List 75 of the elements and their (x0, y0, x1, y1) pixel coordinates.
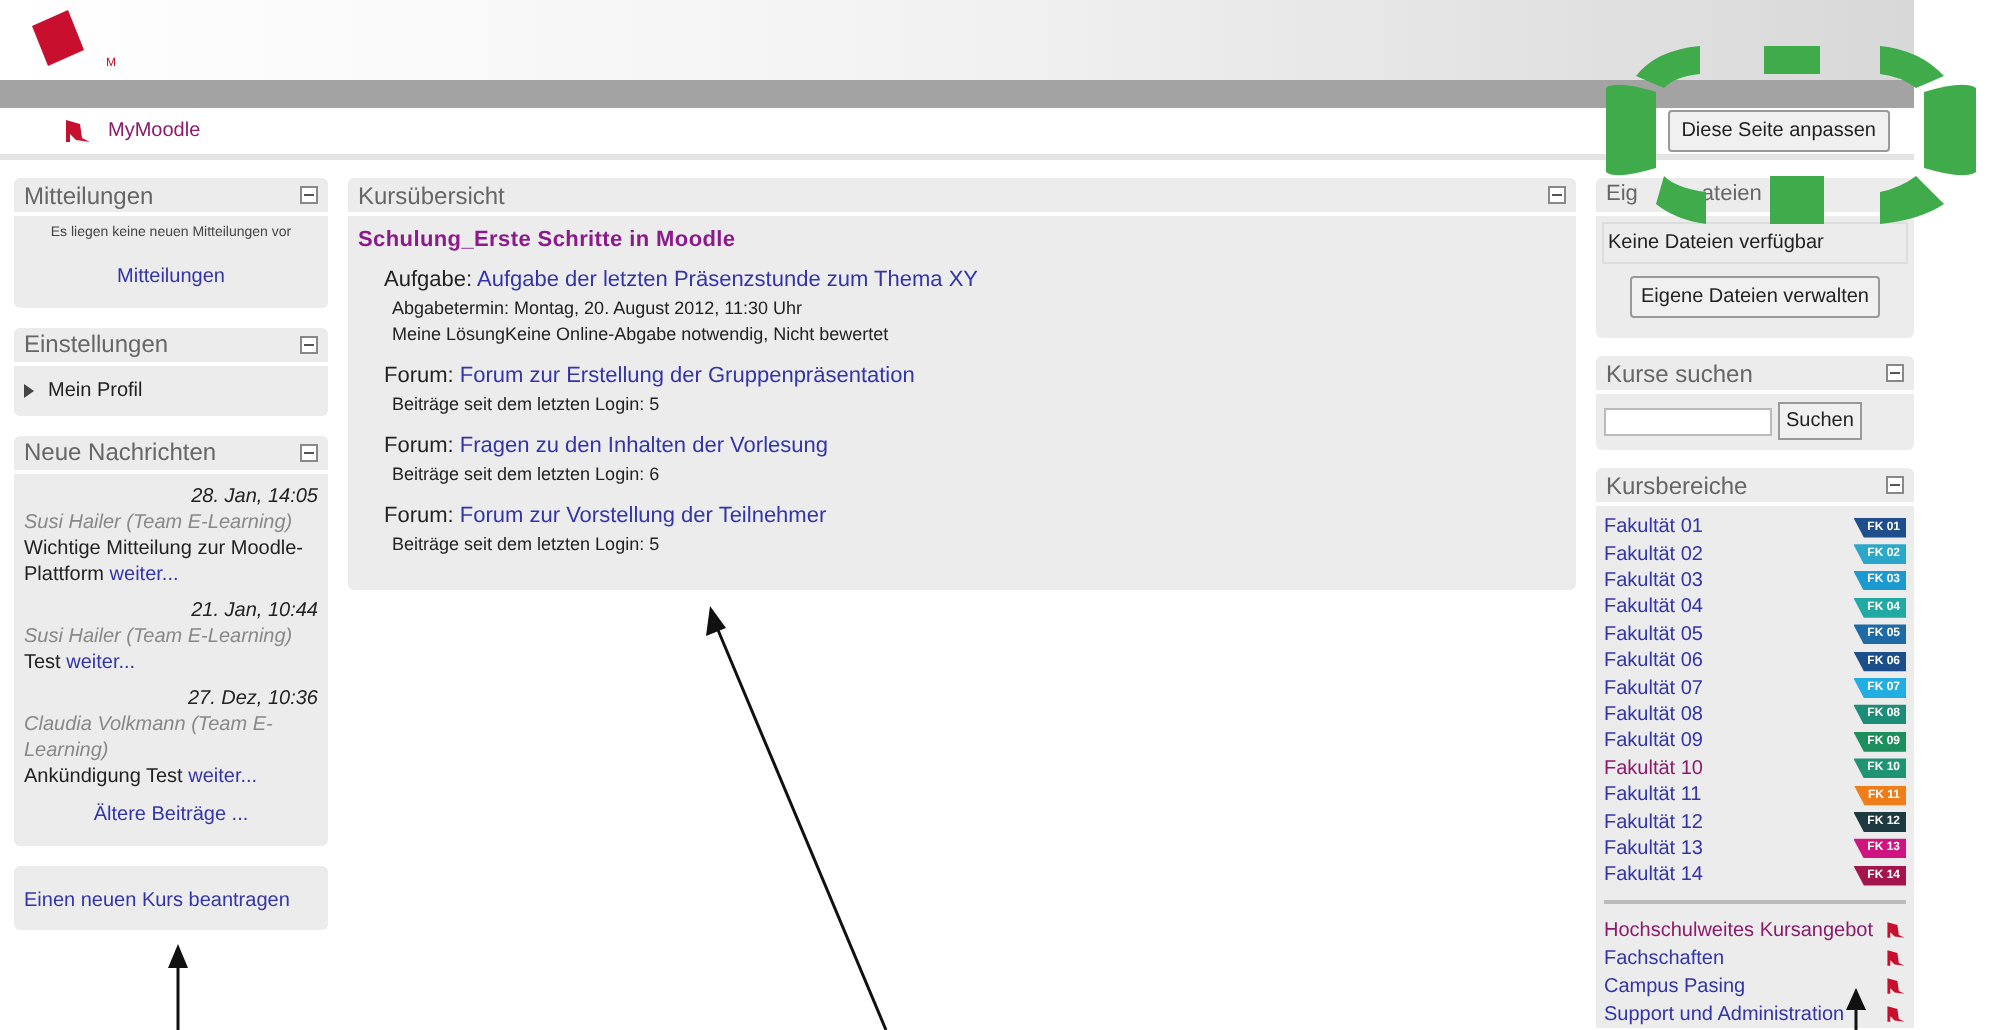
arrow-drawing (1844, 988, 1868, 1030)
block-title: Kursbereiche (1606, 469, 1748, 503)
category-link[interactable]: Fakultät 09 (1604, 726, 1703, 757)
activity-detail: Abgabetermin: Montag, 20. August 2012, 11:30 Uhr (390, 295, 804, 321)
mymoodle-link[interactable]: MyMoodle (108, 116, 201, 146)
post-subject: Ankündigung Test weiter... (24, 763, 260, 789)
category-link[interactable]: Fakultät 10 (1604, 753, 1703, 784)
activity-link[interactable]: Forum zur Vorstellung der Teilnehmer (459, 503, 827, 527)
post-author: Claudia Volkmann (Team E-Learning) (24, 711, 275, 763)
area-link[interactable]: Support und Administration (1604, 999, 1845, 1030)
post-author: Susi Hailer (Team E-Learning) (24, 509, 295, 535)
activity-line: Aufgabe: Aufgabe der letzten Präsenzstunde zum Thema XY (384, 265, 980, 295)
block-title: Kurse suchen (1606, 357, 1753, 391)
more-link[interactable]: weiter... (188, 765, 258, 787)
area-link[interactable]: Fachschaften (1604, 943, 1725, 974)
older-posts-link[interactable]: Ältere Beiträge ... (14, 799, 328, 829)
block-title: Eig (1606, 180, 1638, 211)
flag-icon (64, 118, 92, 144)
collapse-icon[interactable] (1548, 186, 1566, 204)
messages-link[interactable]: Mitteilungen (14, 261, 328, 291)
post-date: 21. Jan, 10:44 (189, 597, 318, 623)
activity-detail: Beiträge seit dem letzten Login: 5 (390, 391, 662, 417)
collapse-icon[interactable] (1886, 476, 1904, 494)
category-link[interactable]: Fakultät 02 (1604, 539, 1703, 570)
block-title: Kursübersicht (358, 179, 505, 213)
block-title: Mitteilungen (24, 179, 154, 213)
post-subject: Test weiter... (24, 649, 138, 675)
course-title[interactable]: Schulung_Erste Schritte in Moodle (348, 224, 1576, 257)
area-link[interactable]: Campus Pasing (1604, 971, 1746, 1002)
activity-detail: Beiträge seit dem letzten Login: 5 (390, 531, 662, 557)
collapse-icon[interactable] (300, 186, 318, 204)
collapse-icon[interactable] (300, 443, 318, 461)
category-link[interactable]: Fakultät 11 (1604, 780, 1702, 811)
area-link[interactable]: Hochschulweites Kursangebot (1604, 915, 1874, 946)
profile-link[interactable]: Mein Profil (48, 375, 143, 405)
flag-icon (1886, 1004, 1906, 1025)
post-subject: Wichtige Mitteilung zur Moodle-Plattform weiter... (24, 535, 305, 587)
activity-line: Forum: Fragen zu den Inhalten der Vorlesung (384, 431, 830, 461)
block-title: Einstellungen (24, 328, 169, 362)
collapse-icon[interactable] (1886, 364, 1904, 382)
flag-icon (1886, 976, 1906, 997)
post-date: 28. Jan, 14:05 (189, 483, 318, 509)
category-link[interactable]: Fakultät 14 (1604, 860, 1703, 891)
activity-link[interactable]: Fragen zu den Inhalten der Vorlesung (459, 433, 828, 457)
activity-link[interactable]: Aufgabe der letzten Präsenzstunde zum Thema XY (477, 267, 978, 291)
more-link[interactable]: weiter... (109, 563, 179, 585)
new-course-link[interactable]: Einen neuen Kurs beantragen (24, 889, 290, 911)
category-link[interactable]: Fakultät 01 (1604, 512, 1703, 543)
block-title: ateien (1701, 180, 1762, 211)
manage-files-button[interactable]: Eigene Dateien verwalten (1629, 276, 1881, 318)
more-link[interactable]: weiter... (66, 651, 136, 673)
category-link[interactable]: Fakultät 13 (1604, 833, 1703, 864)
activity-detail: Beiträge seit dem letzten Login: 6 (390, 461, 662, 487)
activity-line: Forum: Forum zur Vorstellung der Teilnehmer (384, 501, 829, 531)
collapse-icon[interactable] (300, 335, 318, 353)
tree-toggle-icon[interactable] (24, 383, 36, 397)
search-field[interactable] (1604, 407, 1772, 435)
category-link[interactable]: Fakultät 05 (1604, 619, 1703, 650)
activity-link[interactable]: Forum zur Erstellung der Gruppenpräsentation (459, 363, 915, 387)
category-link[interactable]: Fakultät 03 (1604, 565, 1703, 596)
category-link[interactable]: Fakultät 07 (1604, 673, 1703, 704)
post-author: Susi Hailer (Team E-Learning) (24, 623, 295, 649)
category-link[interactable]: Fakultät 04 (1604, 592, 1703, 623)
customize-page-button[interactable]: Diese Seite anpassen (1667, 110, 1890, 152)
activity-line: Forum: Forum zur Erstellung der Gruppenpräsentation (384, 361, 917, 391)
flag-icon (1886, 920, 1906, 941)
search-button[interactable]: Suchen (1778, 402, 1862, 440)
post-date: 27. Dez, 10:36 (185, 685, 318, 711)
category-link[interactable]: Fakultät 08 (1604, 699, 1703, 730)
arrow-drawing (166, 944, 190, 1030)
category-link[interactable]: Fakultät 12 (1604, 807, 1703, 837)
category-link[interactable]: Fakultät 06 (1604, 646, 1703, 677)
activity-detail: Meine LösungKeine Online-Abgabe notwendig, Nicht bewertet (390, 321, 891, 347)
flag-icon (1886, 948, 1906, 969)
block-title: Neue Nachrichten (24, 436, 217, 470)
